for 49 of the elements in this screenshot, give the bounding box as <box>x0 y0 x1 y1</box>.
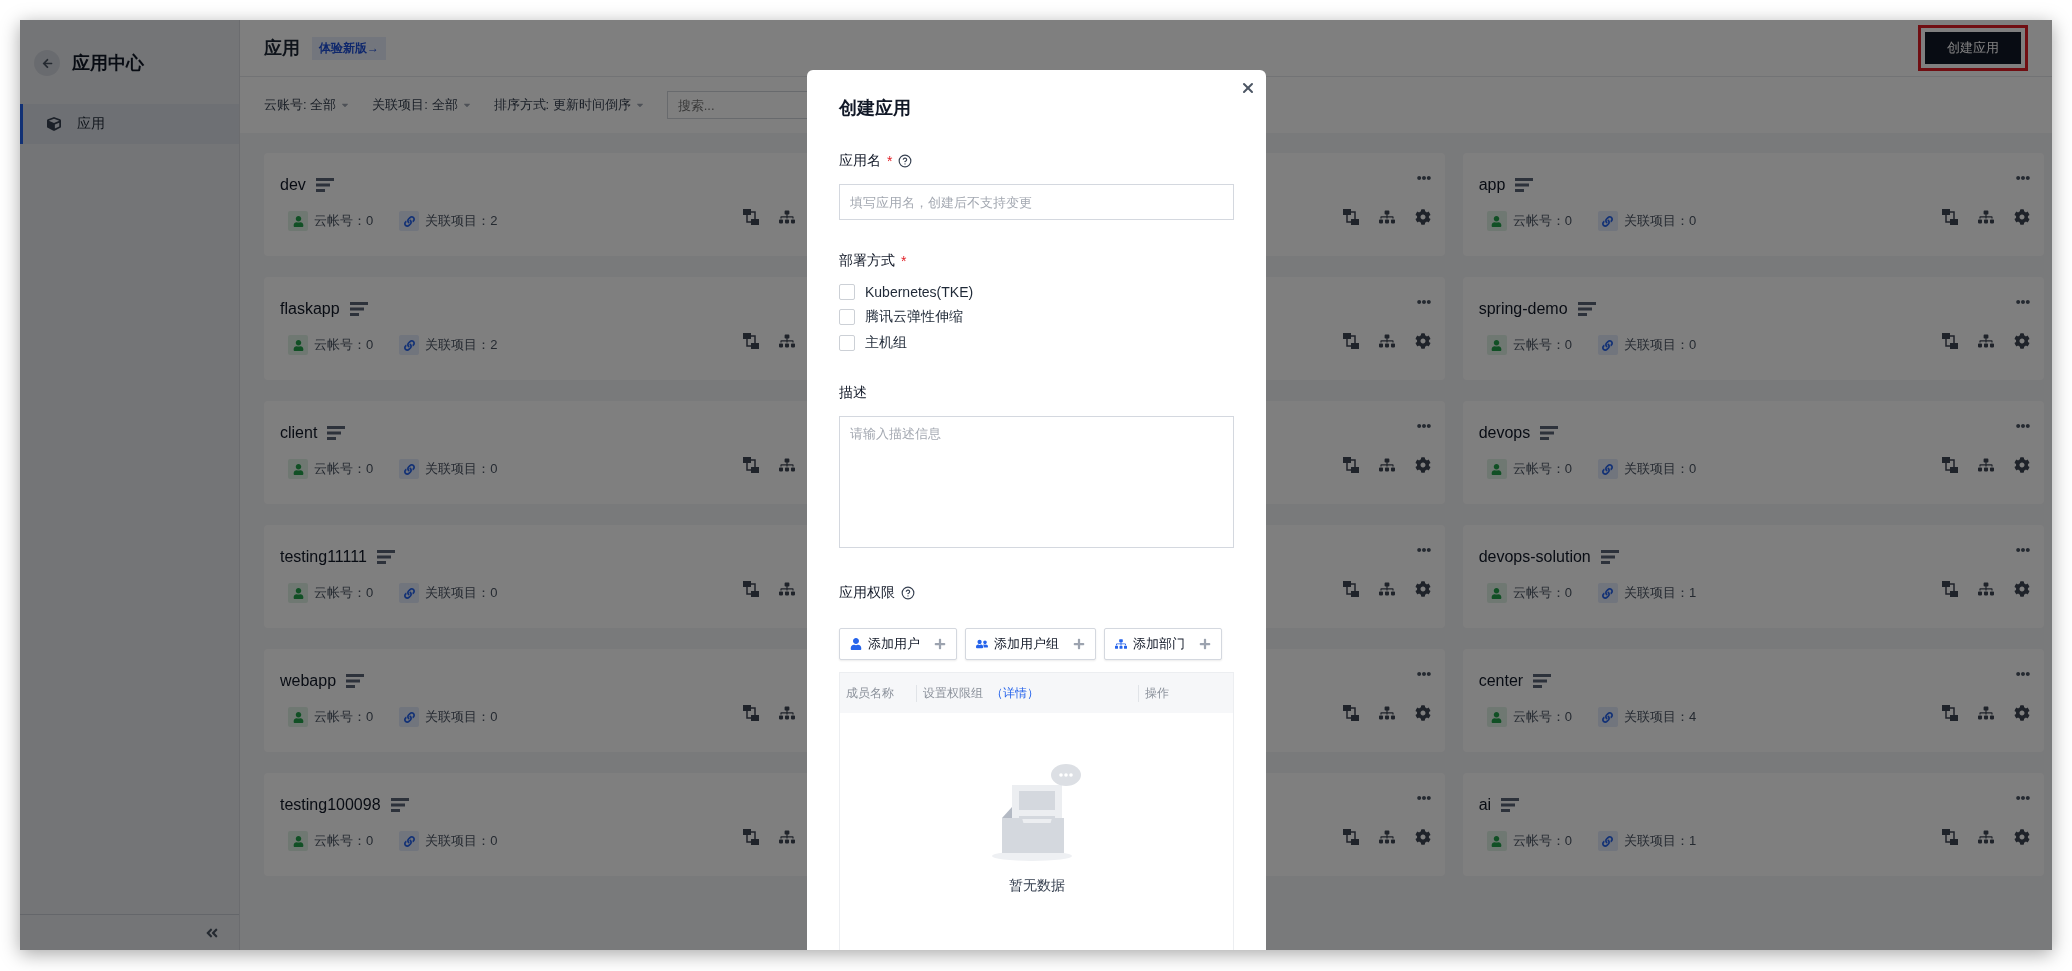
stat-text: 关联项目：1 <box>1597 583 1697 603</box>
stat-text: 云帐号：0 <box>288 583 374 603</box>
app-name: client <box>280 424 318 442</box>
column-header: 设置权限组 <box>923 685 983 700</box>
stat-text: 关联项目：0 <box>1597 335 1697 355</box>
stat-text: 关联项目：2 <box>399 211 498 231</box>
stat-text: 云帐号：0 <box>1486 335 1572 355</box>
stat-text: 云帐号：0 <box>288 459 374 479</box>
stat-text: 关联项目：2 <box>399 335 498 355</box>
stat-text: 关联项目：1 <box>1597 831 1697 851</box>
stat-text: 云帐号：0 <box>288 211 374 231</box>
app-name: spring-demo <box>1478 300 1568 318</box>
column-header: 操作 <box>1145 685 1169 700</box>
stat-text: 云帐号：0 <box>288 335 374 355</box>
sidebar-item-label: 应用 <box>77 115 105 133</box>
stat-text: 关联项目：0 <box>1597 459 1697 479</box>
stat-text: 云帐号：0 <box>1486 831 1572 851</box>
stat-text: 云帐号：0 <box>1486 459 1572 479</box>
stat-text: 关联项目：0 <box>399 707 498 727</box>
app-name: dev <box>280 176 306 194</box>
empty-text: 暂无数据 <box>1008 877 1065 895</box>
app-name: devops-solution <box>1478 548 1591 566</box>
stat-text: 关联项目：0 <box>1597 211 1697 231</box>
app-name: flaskapp <box>280 300 340 318</box>
app-name: app <box>1478 176 1506 194</box>
stat-text: 关联项目：4 <box>1597 707 1697 727</box>
stat-text: 云帐号：0 <box>1486 583 1572 603</box>
stat-text: 云帐号：0 <box>1486 707 1572 727</box>
required-mark: * <box>901 253 907 269</box>
app-name: devops <box>1478 424 1531 442</box>
stat-text: 关联项目：0 <box>399 583 498 603</box>
field-label: 描述 <box>839 384 867 402</box>
app-name: webapp <box>280 672 337 690</box>
sidebar-title: 应用中心 <box>72 52 144 75</box>
stat-text: 云帐号：0 <box>288 707 374 727</box>
checkbox-label: 主机组 <box>865 334 907 352</box>
stat-text: 关联项目：0 <box>399 459 498 479</box>
checkbox-label: 腾讯云弹性伸缩 <box>865 308 963 326</box>
stat-text: 关联项目：0 <box>399 831 498 851</box>
app-name: center <box>1478 672 1524 690</box>
required-mark: * <box>887 153 893 169</box>
app-name: testing11111 <box>280 548 367 566</box>
stat-text: 云帐号：0 <box>1486 211 1572 231</box>
stat-text: 云帐号：0 <box>288 831 374 851</box>
column-header: 成员名称 <box>846 685 894 700</box>
checkbox-label: Kubernetes(TKE) <box>865 284 974 300</box>
page-title: 应用 <box>264 37 300 60</box>
app-name: testing100098 <box>280 796 381 814</box>
app-name: ai <box>1478 796 1492 814</box>
